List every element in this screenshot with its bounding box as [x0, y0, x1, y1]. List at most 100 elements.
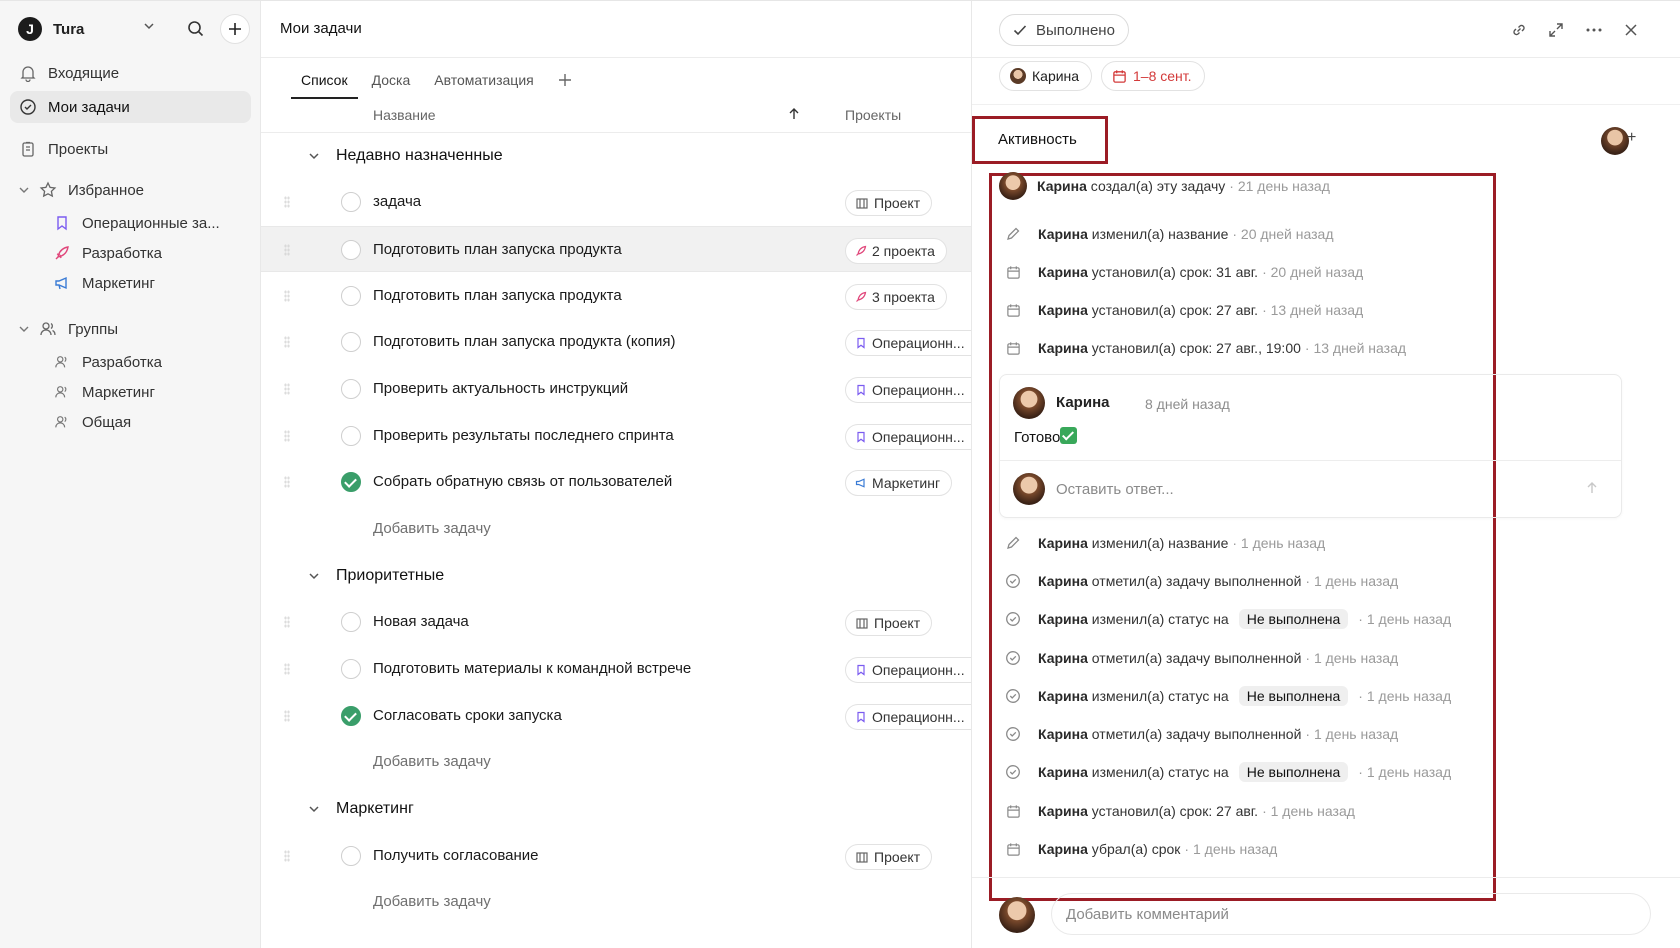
- column-name[interactable]: Название: [373, 107, 436, 123]
- section-favorites[interactable]: Избранное: [10, 174, 251, 206]
- send-arrow-icon[interactable]: [1585, 481, 1599, 500]
- drag-handle-icon[interactable]: [284, 383, 290, 395]
- task-checkbox[interactable]: [341, 286, 361, 306]
- due-date-chip[interactable]: 1–8 сент.: [1101, 61, 1205, 91]
- tab-board[interactable]: Доска: [372, 63, 411, 97]
- comment-input[interactable]: Добавить комментарий: [1051, 893, 1651, 935]
- task-row[interactable]: Получить согласование Проект: [261, 833, 971, 879]
- task-name[interactable]: Собрать обратную связь от пользователей: [373, 473, 672, 490]
- task-checkbox[interactable]: [341, 379, 361, 399]
- avatar[interactable]: [1601, 127, 1629, 155]
- task-name[interactable]: Новая задача: [373, 613, 469, 630]
- section-groups[interactable]: Группы: [10, 313, 251, 345]
- drag-handle-icon[interactable]: [284, 244, 290, 256]
- section-recently-assigned[interactable]: Недавно назначенные: [261, 133, 971, 179]
- activity-title[interactable]: Активность: [998, 131, 1077, 148]
- add-task-row[interactable]: Добавить задачу: [261, 879, 971, 925]
- add-task-link[interactable]: Добавить задачу: [373, 893, 491, 910]
- task-checkbox[interactable]: [341, 426, 361, 446]
- project-pill[interactable]: 2 проекта: [845, 238, 947, 264]
- tab-list[interactable]: Список: [291, 63, 358, 99]
- project-pill[interactable]: Операционн...: [845, 377, 971, 403]
- nav-projects[interactable]: Проекты: [10, 133, 251, 165]
- project-pill[interactable]: Операционн...: [845, 657, 971, 683]
- task-name[interactable]: Получить согласование: [373, 847, 539, 864]
- drag-handle-icon[interactable]: [284, 850, 290, 862]
- task-checkbox[interactable]: [341, 659, 361, 679]
- fav-item-operations[interactable]: Операционные за...: [10, 207, 251, 239]
- task-name[interactable]: Подготовить план запуска продукта (копия…: [373, 333, 676, 350]
- more-icon[interactable]: [1583, 19, 1605, 41]
- task-name[interactable]: Подготовить план запуска продукта: [373, 241, 622, 258]
- close-icon[interactable]: [1620, 19, 1642, 41]
- task-row[interactable]: Проверить актуальность инструкций Операц…: [261, 366, 971, 412]
- drag-handle-icon[interactable]: [284, 430, 290, 442]
- task-row[interactable]: Подготовить план запуска продукта (копия…: [261, 319, 971, 365]
- assignee-chip[interactable]: Карина: [999, 61, 1093, 91]
- task-name[interactable]: Подготовить материалы к командной встреч…: [373, 660, 691, 677]
- group-item-general[interactable]: Общая: [10, 406, 251, 438]
- nav-inbox[interactable]: Входящие: [10, 57, 251, 89]
- drag-handle-icon[interactable]: [284, 476, 290, 488]
- task-name[interactable]: Проверить актуальность инструкций: [373, 380, 628, 397]
- task-row[interactable]: Согласовать сроки запуска Операционн...: [261, 693, 971, 739]
- task-row[interactable]: Подготовить материалы к командной встреч…: [261, 646, 971, 692]
- nav-my-tasks[interactable]: Мои задачи: [10, 91, 251, 123]
- task-row[interactable]: Новая задача Проект: [261, 599, 971, 645]
- section-marketing[interactable]: Маркетинг: [261, 786, 971, 832]
- task-checkbox[interactable]: [341, 332, 361, 352]
- link-icon[interactable]: [1508, 19, 1530, 41]
- project-pill[interactable]: Операционн...: [845, 424, 971, 450]
- task-checkbox[interactable]: [341, 846, 361, 866]
- expand-icon[interactable]: [1545, 19, 1567, 41]
- task-row[interactable]: Подготовить план запуска продукта 2 прое…: [261, 226, 971, 272]
- drag-handle-icon[interactable]: [284, 663, 290, 675]
- task-checkbox-done[interactable]: [341, 472, 361, 492]
- drag-handle-icon[interactable]: [284, 290, 290, 302]
- project-pill[interactable]: Маркетинг: [845, 470, 953, 496]
- task-checkbox[interactable]: [341, 240, 361, 260]
- chevron-down-icon[interactable]: [142, 19, 156, 38]
- sort-arrow-up-icon[interactable]: [787, 107, 801, 124]
- task-row[interactable]: задача Проект: [261, 179, 971, 225]
- section-priority[interactable]: Приоритетные: [261, 553, 971, 599]
- task-row[interactable]: Собрать обратную связь от пользователей …: [261, 459, 971, 505]
- task-name[interactable]: задача: [373, 193, 421, 210]
- task-checkbox[interactable]: [341, 612, 361, 632]
- project-pill[interactable]: Операционн...: [845, 704, 971, 730]
- mark-complete-button[interactable]: Выполнено: [999, 14, 1129, 46]
- project-pill[interactable]: 3 проекта: [845, 284, 947, 310]
- add-task-row[interactable]: Добавить задачу: [261, 739, 971, 785]
- group-item-development[interactable]: Разработка: [10, 346, 251, 378]
- task-checkbox[interactable]: [341, 192, 361, 212]
- workspace-switcher[interactable]: J Tura: [18, 16, 84, 42]
- calendar-icon: [1004, 802, 1022, 820]
- drag-handle-icon[interactable]: [284, 616, 290, 628]
- add-task-link[interactable]: Добавить задачу: [373, 753, 491, 770]
- add-task-row[interactable]: Добавить задачу: [261, 506, 971, 552]
- project-pill[interactable]: Проект: [845, 610, 933, 636]
- task-name[interactable]: Согласовать сроки запуска: [373, 707, 562, 724]
- fav-item-marketing[interactable]: Маркетинг: [10, 267, 251, 299]
- search-icon[interactable]: [183, 16, 209, 42]
- group-item-marketing[interactable]: Маркетинг: [10, 376, 251, 408]
- task-name[interactable]: Подготовить план запуска продукта: [373, 287, 622, 304]
- drag-handle-icon[interactable]: [284, 196, 290, 208]
- column-projects[interactable]: Проекты: [845, 107, 901, 123]
- task-checkbox-done[interactable]: [341, 706, 361, 726]
- fav-item-development[interactable]: Разработка: [10, 237, 251, 269]
- add-task-link[interactable]: Добавить задачу: [373, 520, 491, 537]
- project-pill[interactable]: Проект: [845, 844, 933, 870]
- drag-handle-icon[interactable]: [284, 710, 290, 722]
- task-row[interactable]: Проверить результаты последнего спринта …: [261, 413, 971, 459]
- reply-input[interactable]: Оставить ответ...: [1056, 481, 1174, 498]
- add-follower-icon[interactable]: +: [1627, 129, 1636, 147]
- project-pill[interactable]: Операционн...: [845, 330, 971, 356]
- drag-handle-icon[interactable]: [284, 336, 290, 348]
- tab-automation[interactable]: Автоматизация: [434, 63, 533, 97]
- project-pill[interactable]: Проект: [845, 190, 933, 216]
- task-row[interactable]: Подготовить план запуска продукта 3 прое…: [261, 273, 971, 319]
- add-button[interactable]: [220, 14, 250, 44]
- task-name[interactable]: Проверить результаты последнего спринта: [373, 427, 674, 444]
- add-tab-icon[interactable]: [558, 63, 572, 97]
